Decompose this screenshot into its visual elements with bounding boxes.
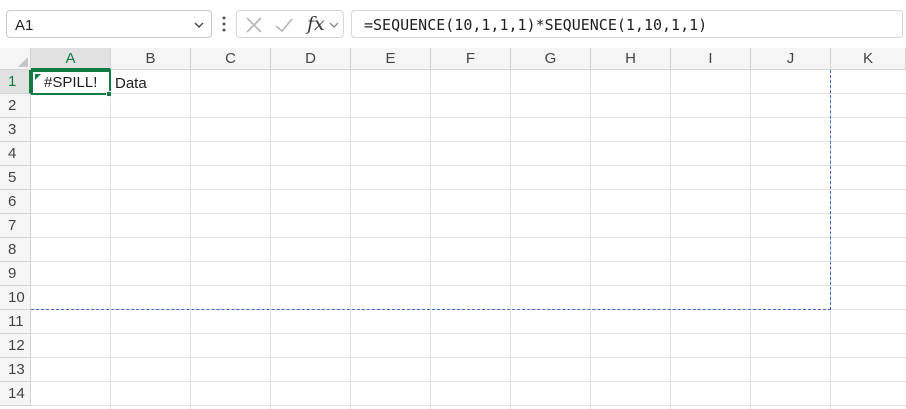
gridline <box>670 70 671 409</box>
name-box[interactable]: A1 <box>6 10 212 38</box>
select-all-icon <box>18 57 28 67</box>
spill-range-border <box>31 70 831 310</box>
gridline <box>31 405 906 406</box>
gridline <box>31 117 906 118</box>
kebab-menu-icon[interactable] <box>219 14 229 34</box>
row-header-3[interactable]: 3 <box>0 118 31 142</box>
formula-input[interactable]: =SEQUENCE(10,1,1,1)*SEQUENCE(1,10,1,1) <box>351 10 903 38</box>
gridline <box>350 70 351 409</box>
gridline <box>110 70 111 409</box>
gridline <box>270 70 271 409</box>
error-indicator-icon[interactable] <box>35 74 41 80</box>
gridline <box>750 70 751 409</box>
formula-text[interactable]: =SEQUENCE(10,1,1,1)*SEQUENCE(1,10,1,1) <box>364 16 707 34</box>
gridline <box>31 333 906 334</box>
gridline <box>31 165 906 166</box>
row-header-12[interactable]: 12 <box>0 334 31 358</box>
column-header-a[interactable]: A <box>31 48 111 70</box>
gridline <box>31 213 906 214</box>
gridline <box>31 237 906 238</box>
column-header-e[interactable]: E <box>351 48 431 70</box>
select-all-button[interactable] <box>0 48 31 70</box>
cell-b1[interactable]: Data <box>115 75 147 92</box>
gridline <box>31 285 906 286</box>
gridline <box>31 141 906 142</box>
column-header-i[interactable]: I <box>671 48 751 70</box>
column-header-j[interactable]: J <box>751 48 831 70</box>
row-header-9[interactable]: 9 <box>0 262 31 286</box>
cell-a1[interactable]: #SPILL! <box>44 74 97 91</box>
row-header-4[interactable]: 4 <box>0 142 31 166</box>
gridline <box>31 381 906 382</box>
row-header-14[interactable]: 14 <box>0 382 31 406</box>
row-header-5[interactable]: 5 <box>0 166 31 190</box>
row-header-8[interactable]: 8 <box>0 238 31 262</box>
row-header-7[interactable]: 7 <box>0 214 31 238</box>
gridline <box>31 261 906 262</box>
column-header-f[interactable]: F <box>431 48 511 70</box>
column-header-g[interactable]: G <box>511 48 591 70</box>
check-icon[interactable] <box>273 15 295 35</box>
chevron-down-icon[interactable] <box>329 20 339 30</box>
row-header-11[interactable]: 11 <box>0 310 31 334</box>
gridline <box>31 309 906 310</box>
close-icon[interactable] <box>243 15 265 35</box>
gridline <box>830 70 831 409</box>
gridline <box>510 70 511 409</box>
excel-window: A1 fx =SEQUENCE(10,1,1,1)*SEQUENCE(1,10,… <box>0 0 906 409</box>
gridline <box>31 93 906 94</box>
formula-bar: A1 fx =SEQUENCE(10,1,1,1)*SEQUENCE(1,10,… <box>0 0 906 48</box>
column-header-k[interactable]: K <box>831 48 906 70</box>
gridline <box>590 70 591 409</box>
gridline <box>190 70 191 409</box>
row-header-10[interactable]: 10 <box>0 286 31 310</box>
fx-icon[interactable]: fx <box>307 13 325 35</box>
chevron-down-icon[interactable] <box>193 19 205 31</box>
column-header-b[interactable]: B <box>111 48 191 70</box>
row-header-1[interactable]: 1 <box>0 70 31 94</box>
row-header-6[interactable]: 6 <box>0 190 31 214</box>
spreadsheet-grid: A B C D E F G H I J K 1 2 3 4 5 6 7 8 9 … <box>0 48 906 409</box>
fill-handle[interactable] <box>106 91 112 97</box>
column-header-c[interactable]: C <box>191 48 271 70</box>
column-header-h[interactable]: H <box>591 48 671 70</box>
gridline <box>31 357 906 358</box>
gridline <box>430 70 431 409</box>
row-header-13[interactable]: 13 <box>0 358 31 382</box>
column-header-d[interactable]: D <box>271 48 351 70</box>
name-box-value[interactable]: A1 <box>15 17 33 34</box>
formula-buttons: fx <box>236 10 344 38</box>
row-header-2[interactable]: 2 <box>0 94 31 118</box>
gridline <box>31 189 906 190</box>
